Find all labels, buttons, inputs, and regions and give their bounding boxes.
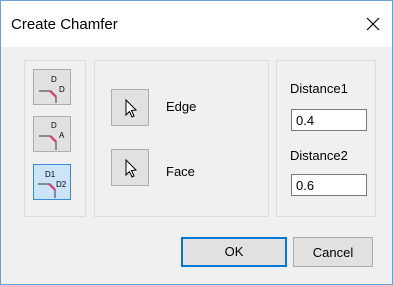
distance2-input[interactable] — [291, 174, 367, 196]
ok-button[interactable]: OK — [181, 237, 287, 267]
chamfer-mode-group: D D D A D1 D2 — [24, 60, 86, 217]
edge-label: Edge — [166, 99, 197, 114]
mode-top-label: D1 — [45, 170, 56, 179]
distances-group: Distance1 Distance2 — [276, 60, 376, 217]
cancel-button[interactable]: Cancel — [293, 237, 373, 267]
face-label: Face — [166, 164, 195, 179]
close-icon[interactable] — [360, 11, 386, 37]
cursor-arrow-icon — [125, 158, 138, 178]
selection-group: Edge Face — [94, 60, 269, 217]
select-face-button[interactable] — [111, 149, 149, 186]
mode-top-label: D — [51, 75, 57, 84]
select-edge-button[interactable] — [111, 89, 149, 126]
chamfer-distance-angle-icon: D A — [39, 121, 65, 150]
chamfer-distance-distance-icon: D D — [39, 75, 65, 103]
distance2-label: Distance2 — [290, 148, 348, 163]
mode-two-distances-button[interactable]: D1 D2 — [33, 164, 71, 200]
chamfer-two-distances-icon: D1 D2 — [38, 170, 67, 198]
mode-top-label: D — [51, 121, 57, 130]
distance1-label: Distance1 — [290, 81, 348, 96]
distance1-input[interactable] — [291, 109, 367, 131]
create-chamfer-dialog: Create Chamfer D D D A D1 D2 Edge Face D… — [0, 0, 393, 285]
cursor-arrow-icon — [125, 98, 138, 118]
mode-side-label: D — [59, 85, 65, 94]
mode-distance-distance-button[interactable]: D D — [33, 69, 71, 105]
mode-distance-angle-button[interactable]: D A — [33, 116, 71, 152]
title-bar: Create Chamfer — [1, 1, 392, 47]
mode-side-label: A — [59, 131, 65, 140]
mode-side-label: D2 — [56, 180, 67, 189]
dialog-title: Create Chamfer — [11, 16, 118, 33]
